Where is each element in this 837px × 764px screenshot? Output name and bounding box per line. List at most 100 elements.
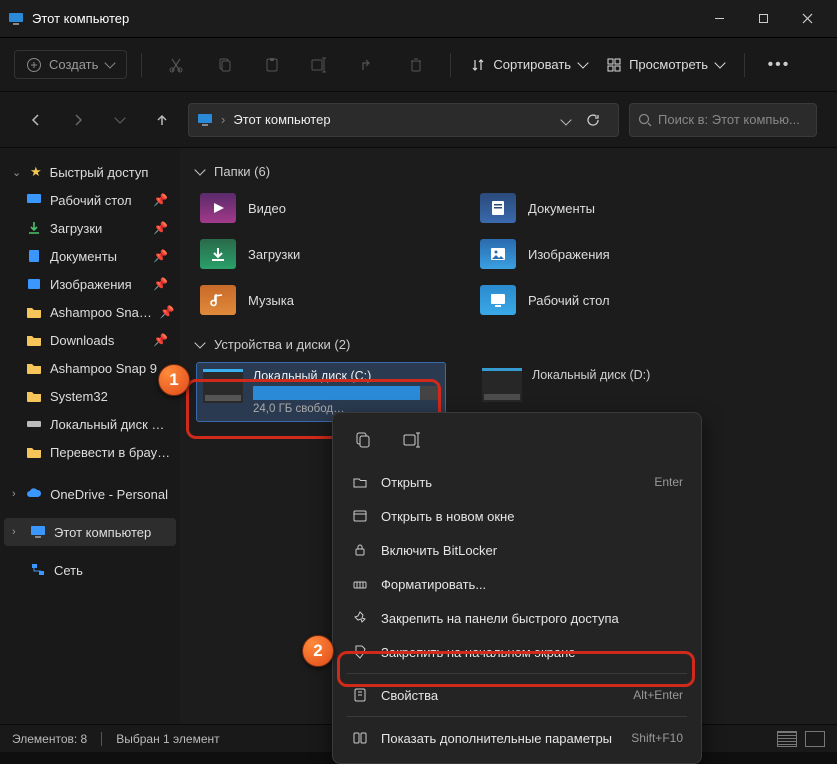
- search-input[interactable]: Поиск в: Этот компью...: [629, 103, 817, 137]
- ctx-rename-icon[interactable]: [395, 425, 431, 455]
- pin-start-icon: [351, 643, 369, 661]
- desktop-icon: [26, 192, 42, 208]
- close-button[interactable]: [785, 2, 829, 36]
- ctx-more-options[interactable]: Показать дополнительные параметры Shift+…: [341, 721, 693, 755]
- section-devices[interactable]: Устройства и диски (2): [196, 337, 821, 352]
- sidebar-item-downloads[interactable]: Загрузки📌: [4, 214, 176, 242]
- folder-icon: [26, 304, 42, 320]
- folder-downloads[interactable]: Загрузки: [196, 235, 436, 273]
- download-icon: [26, 220, 42, 236]
- chevron-right-icon: ›: [12, 488, 18, 500]
- ctx-open[interactable]: Открыть Enter: [341, 465, 693, 499]
- this-pc-icon: [197, 112, 213, 128]
- sidebar-item-ashampoo[interactable]: Ashampoo Sna…📌: [4, 298, 176, 326]
- image-icon: [480, 239, 516, 269]
- drive-icon: [26, 416, 42, 432]
- new-button[interactable]: Создать: [14, 50, 127, 79]
- chevron-down-icon: [105, 57, 116, 68]
- details-view-button[interactable]: [777, 731, 797, 747]
- sidebar-item-ashampoo9[interactable]: Ashampoo Snap 9: [4, 354, 176, 382]
- context-menu: Открыть Enter Открыть в новом окне Включ…: [332, 412, 702, 764]
- sidebar-item-downloads2[interactable]: Downloads📌: [4, 326, 176, 354]
- status-selected: Выбран 1 элемент: [116, 732, 219, 746]
- cloud-icon: [26, 486, 42, 502]
- document-icon: [26, 248, 42, 264]
- sidebar-onedrive[interactable]: › OneDrive - Personal: [4, 480, 176, 508]
- desktop-icon: [480, 285, 516, 315]
- annotation-marker-2: 2: [302, 635, 334, 667]
- sidebar-quick-access[interactable]: ⌄ ★ Быстрый доступ: [4, 158, 176, 186]
- sidebar-network[interactable]: › Сеть: [4, 556, 176, 584]
- sort-label: Сортировать: [493, 57, 571, 72]
- view-button[interactable]: Просмотреть: [601, 53, 730, 76]
- image-icon: [26, 276, 42, 292]
- ctx-open-new-window[interactable]: Открыть в новом окне: [341, 499, 693, 533]
- sort-button[interactable]: Сортировать: [465, 53, 593, 76]
- ctx-format[interactable]: Форматировать...: [341, 567, 693, 601]
- refresh-button[interactable]: [586, 113, 610, 127]
- section-folders[interactable]: Папки (6): [196, 164, 821, 179]
- back-button[interactable]: [20, 104, 52, 136]
- folder-icon: [26, 388, 42, 404]
- ctx-copy-icon[interactable]: [345, 425, 381, 455]
- rename-icon[interactable]: [300, 48, 340, 82]
- ctx-pin-quick[interactable]: Закрепить на панели быстрого доступа: [341, 601, 693, 635]
- sidebar-item-translate[interactable]: Перевести в брау…: [4, 438, 176, 466]
- up-button[interactable]: [146, 104, 178, 136]
- sidebar-item-localdisk[interactable]: Локальный диск …: [4, 410, 176, 438]
- sidebar-item-desktop[interactable]: Рабочий стол📌: [4, 186, 176, 214]
- forward-button[interactable]: [62, 104, 94, 136]
- folder-documents[interactable]: Документы: [476, 189, 716, 227]
- recent-button[interactable]: [104, 104, 136, 136]
- folder-desktop[interactable]: Рабочий стол: [476, 281, 716, 319]
- paste-icon[interactable]: [252, 48, 292, 82]
- folder-images[interactable]: Изображения: [476, 235, 716, 273]
- sidebar-item-images[interactable]: Изображения📌: [4, 270, 176, 298]
- pin-icon: 📌: [153, 193, 168, 207]
- ctx-bitlocker[interactable]: Включить BitLocker: [341, 533, 693, 567]
- sidebar: ⌄ ★ Быстрый доступ Рабочий стол📌 Загрузк…: [0, 148, 180, 724]
- search-placeholder: Поиск в: Этот компью...: [658, 112, 800, 127]
- chevron-down-icon: [194, 164, 205, 175]
- titlebar: Этот компьютер: [0, 0, 837, 38]
- plus-icon: [27, 58, 41, 72]
- download-icon: [200, 239, 236, 269]
- format-icon: [351, 575, 369, 593]
- copy-icon[interactable]: [204, 48, 244, 82]
- this-pc-icon: [30, 524, 46, 540]
- window-title: Этот компьютер: [32, 11, 697, 26]
- chevron-down-icon: [714, 57, 725, 68]
- pin-icon: 📌: [153, 277, 168, 291]
- delete-icon[interactable]: [396, 48, 436, 82]
- maximize-button[interactable]: [741, 2, 785, 36]
- video-icon: [200, 193, 236, 223]
- ctx-properties[interactable]: Свойства Alt+Enter: [341, 678, 693, 712]
- icons-view-button[interactable]: [805, 731, 825, 747]
- folder-video[interactable]: Видео: [196, 189, 436, 227]
- drive-icon: [203, 369, 243, 403]
- address-chevron[interactable]: [554, 112, 578, 127]
- pin-icon: [351, 609, 369, 627]
- ctx-pin-start[interactable]: Закрепить на начальном экране: [341, 635, 693, 669]
- folder-icon: [26, 332, 42, 348]
- breadcrumb-root[interactable]: Этот компьютер: [233, 112, 330, 127]
- toolbar: Создать Сортировать Просмотреть •••: [0, 38, 837, 92]
- share-icon[interactable]: [348, 48, 388, 82]
- more-button[interactable]: •••: [759, 48, 799, 82]
- new-label: Создать: [49, 57, 98, 72]
- open-icon: [351, 473, 369, 491]
- folder-music[interactable]: Музыка: [196, 281, 436, 319]
- pin-icon: 📌: [153, 221, 168, 235]
- sidebar-item-documents[interactable]: Документы📌: [4, 242, 176, 270]
- drive-icon: [482, 368, 522, 402]
- cut-icon[interactable]: [156, 48, 196, 82]
- music-icon: [200, 285, 236, 315]
- window-icon: [351, 507, 369, 525]
- sidebar-this-pc[interactable]: › Этот компьютер: [4, 518, 176, 546]
- minimize-button[interactable]: [697, 2, 741, 36]
- address-bar[interactable]: › Этот компьютер: [188, 103, 619, 137]
- chevron-down-icon: [194, 337, 205, 348]
- sort-icon: [471, 58, 485, 72]
- search-icon: [638, 113, 652, 127]
- sidebar-item-system32[interactable]: System32: [4, 382, 176, 410]
